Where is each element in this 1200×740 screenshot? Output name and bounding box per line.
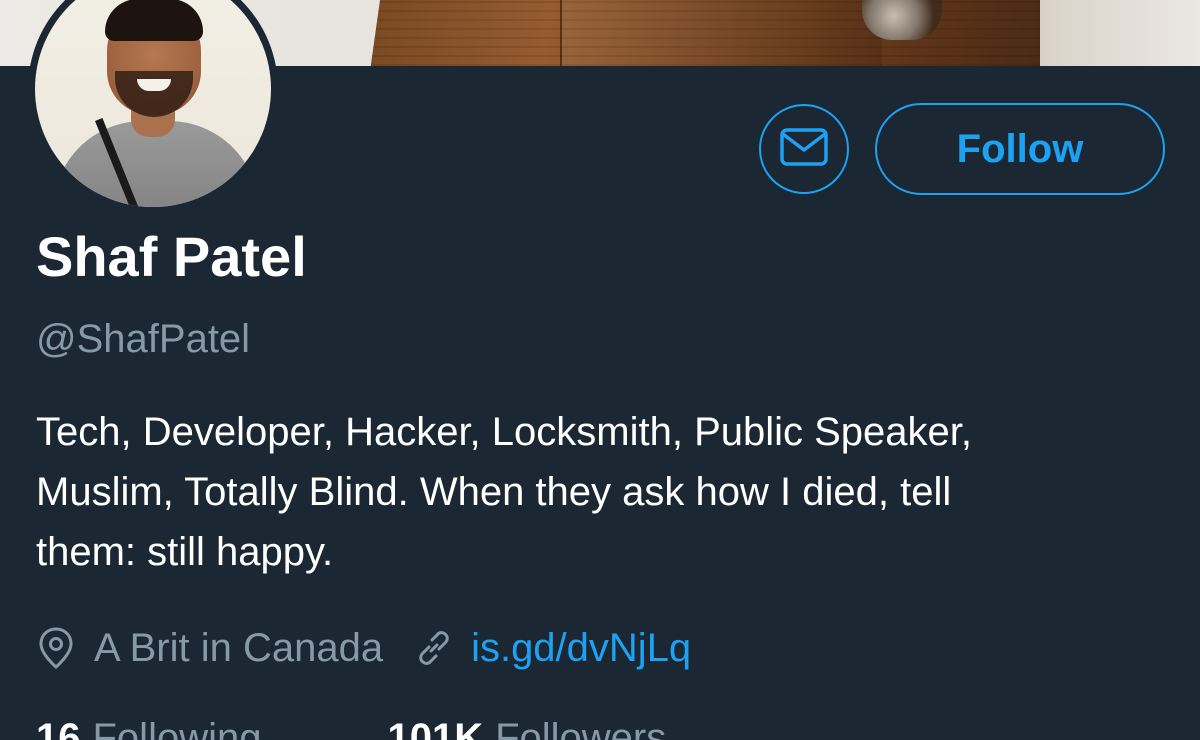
bio-line: Tech, Developer, Hacker, Locksmith, Publ… (36, 410, 973, 454)
banner-wood-plank (560, 0, 882, 66)
link-icon (413, 627, 455, 669)
direct-message-button[interactable] (759, 104, 849, 194)
banner-wall-right (1040, 0, 1200, 66)
location-text: A Brit in Canada (94, 625, 384, 670)
followers-label: Followers (495, 716, 667, 740)
profile-page: Follow Shaf Patel @ShafPatel Tech, Devel… (0, 0, 1200, 740)
profile-meta: A Brit in Canada is.gd/dvNjLq (36, 620, 691, 676)
following-count: 16 (36, 716, 81, 740)
bio-line: Muslim, Totally Blind. When they ask how… (36, 470, 952, 514)
display-name: Shaf Patel (36, 225, 307, 288)
banner-lock-hardware (862, 0, 942, 40)
follow-button[interactable]: Follow (875, 103, 1165, 195)
profile-bio: Tech, Developer, Hacker, Locksmith, Publ… (36, 402, 1156, 582)
following-stat[interactable]: 16 Following (36, 708, 261, 740)
map-pin-icon (36, 626, 76, 670)
bio-line: them: still happy. (36, 530, 334, 574)
user-handle: @ShafPatel (36, 317, 251, 361)
profile-website-link[interactable]: is.gd/dvNjLq (471, 626, 691, 671)
avatar-photo (35, 0, 271, 207)
avatar[interactable] (28, 0, 278, 214)
profile-stats: 16 Following 101K Followers (36, 708, 666, 740)
following-label: Following (92, 716, 262, 740)
followers-stat[interactable]: 101K Followers (387, 708, 666, 740)
followers-count: 101K (387, 716, 484, 740)
avatar-beard (115, 71, 193, 117)
envelope-icon (780, 127, 828, 171)
avatar-hair (105, 0, 203, 41)
